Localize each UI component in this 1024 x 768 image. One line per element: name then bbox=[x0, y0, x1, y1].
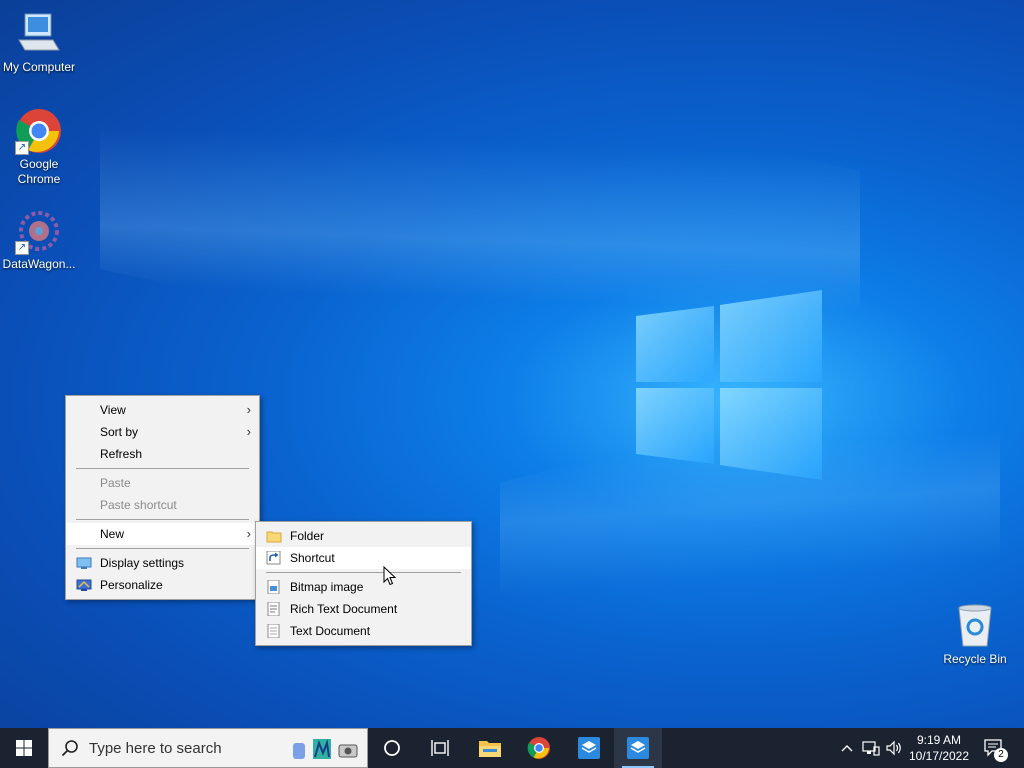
notification-count-badge: 2 bbox=[994, 748, 1008, 762]
menu-item-paste-shortcut[interactable]: Paste shortcut bbox=[66, 494, 259, 516]
submenu-item-shortcut[interactable]: Shortcut bbox=[256, 547, 471, 569]
folder-icon bbox=[479, 741, 501, 757]
menu-item-refresh[interactable]: Refresh bbox=[66, 443, 259, 465]
personalize-icon bbox=[76, 579, 92, 591]
submenu-item-rich-text-document[interactable]: Rich Text Document bbox=[256, 598, 471, 620]
menu-item-view[interactable]: View › bbox=[66, 399, 259, 421]
menu-item-personalize[interactable]: Personalize bbox=[66, 574, 259, 596]
chevron-right-icon: › bbox=[246, 402, 251, 417]
action-center-button[interactable]: 2 bbox=[978, 728, 1010, 768]
clock-time: 9:19 AM bbox=[916, 733, 962, 747]
desktop-icon-recycle-bin[interactable]: Recycle Bin bbox=[936, 602, 1014, 667]
rtf-icon bbox=[267, 602, 280, 616]
new-submenu: Folder Shortcut Bitmap image Rich Text D… bbox=[255, 521, 472, 646]
task-view-icon bbox=[431, 740, 449, 756]
chevron-right-icon: › bbox=[246, 424, 251, 439]
desktop-context-menu: View › Sort by › Refresh Paste Paste sho… bbox=[65, 395, 260, 600]
windows-wallpaper-logo bbox=[636, 290, 822, 480]
search-highlight-icon bbox=[293, 739, 358, 759]
desktop-icon-label: Recycle Bin bbox=[943, 652, 1007, 666]
desktop-icon-label: My Computer bbox=[2, 60, 76, 74]
shortcut-icon bbox=[266, 551, 281, 565]
mouse-cursor-icon bbox=[383, 566, 397, 586]
menu-separator bbox=[76, 468, 249, 469]
speaker-icon bbox=[886, 740, 901, 756]
taskbar-app-1[interactable] bbox=[565, 728, 613, 768]
recycle-bin-icon bbox=[951, 602, 999, 650]
shortcut-arrow-icon: ↗ bbox=[15, 241, 29, 255]
desktop-icon-my-computer[interactable]: My Computer bbox=[0, 10, 78, 75]
taskbar: Type here to search 9:19 AM 10/17/2022 2 bbox=[0, 728, 1024, 768]
desktop-icon-datawagon[interactable]: ↗ DataWagon... bbox=[0, 207, 78, 272]
menu-separator bbox=[76, 519, 249, 520]
start-button[interactable] bbox=[0, 728, 48, 768]
menu-item-new[interactable]: New › bbox=[66, 523, 259, 545]
network-button[interactable] bbox=[860, 728, 882, 768]
submenu-item-bitmap-image[interactable]: Bitmap image bbox=[256, 576, 471, 598]
chevron-right-icon: › bbox=[246, 526, 251, 541]
submenu-item-folder[interactable]: Folder bbox=[256, 525, 471, 547]
menu-item-paste[interactable]: Paste bbox=[66, 472, 259, 494]
bitmap-icon bbox=[267, 580, 280, 594]
menu-separator bbox=[266, 572, 461, 573]
menu-separator bbox=[76, 548, 249, 549]
taskbar-app-2-active[interactable] bbox=[614, 728, 662, 768]
datawagon-icon: ↗ bbox=[15, 207, 63, 255]
computer-icon bbox=[15, 10, 63, 58]
desktop-icon-label: Google Chrome bbox=[17, 157, 61, 186]
folder-icon bbox=[266, 531, 282, 543]
windows-start-icon bbox=[16, 740, 32, 756]
app-box-icon bbox=[578, 737, 600, 759]
volume-button[interactable] bbox=[883, 728, 905, 768]
chrome-icon bbox=[527, 737, 550, 759]
chrome-icon: ↗ bbox=[15, 107, 63, 155]
chevron-up-icon bbox=[841, 745, 853, 752]
task-view-button[interactable] bbox=[416, 728, 464, 768]
desktop-icon-label: DataWagon... bbox=[2, 257, 76, 271]
desktop-icon-google-chrome[interactable]: ↗ Google Chrome bbox=[0, 107, 78, 187]
menu-item-display-settings[interactable]: Display settings bbox=[66, 552, 259, 574]
menu-item-sort-by[interactable]: Sort by › bbox=[66, 421, 259, 443]
show-hidden-icons-button[interactable] bbox=[836, 728, 858, 768]
app-box-icon bbox=[627, 737, 649, 759]
text-doc-icon bbox=[267, 624, 280, 638]
network-icon bbox=[862, 741, 880, 756]
cortana-button[interactable] bbox=[368, 728, 416, 768]
search-icon bbox=[61, 740, 78, 757]
submenu-item-text-document[interactable]: Text Document bbox=[256, 620, 471, 642]
search-placeholder: Type here to search bbox=[89, 739, 222, 757]
taskbar-chrome[interactable] bbox=[515, 728, 563, 768]
shortcut-arrow-icon: ↗ bbox=[15, 141, 29, 155]
cortana-circle-icon bbox=[384, 740, 400, 756]
taskbar-file-explorer[interactable] bbox=[466, 728, 514, 768]
display-icon bbox=[76, 557, 92, 569]
taskbar-clock[interactable]: 9:19 AM 10/17/2022 bbox=[906, 732, 972, 764]
taskbar-search-box[interactable]: Type here to search bbox=[48, 728, 368, 768]
clock-date: 10/17/2022 bbox=[908, 749, 970, 763]
